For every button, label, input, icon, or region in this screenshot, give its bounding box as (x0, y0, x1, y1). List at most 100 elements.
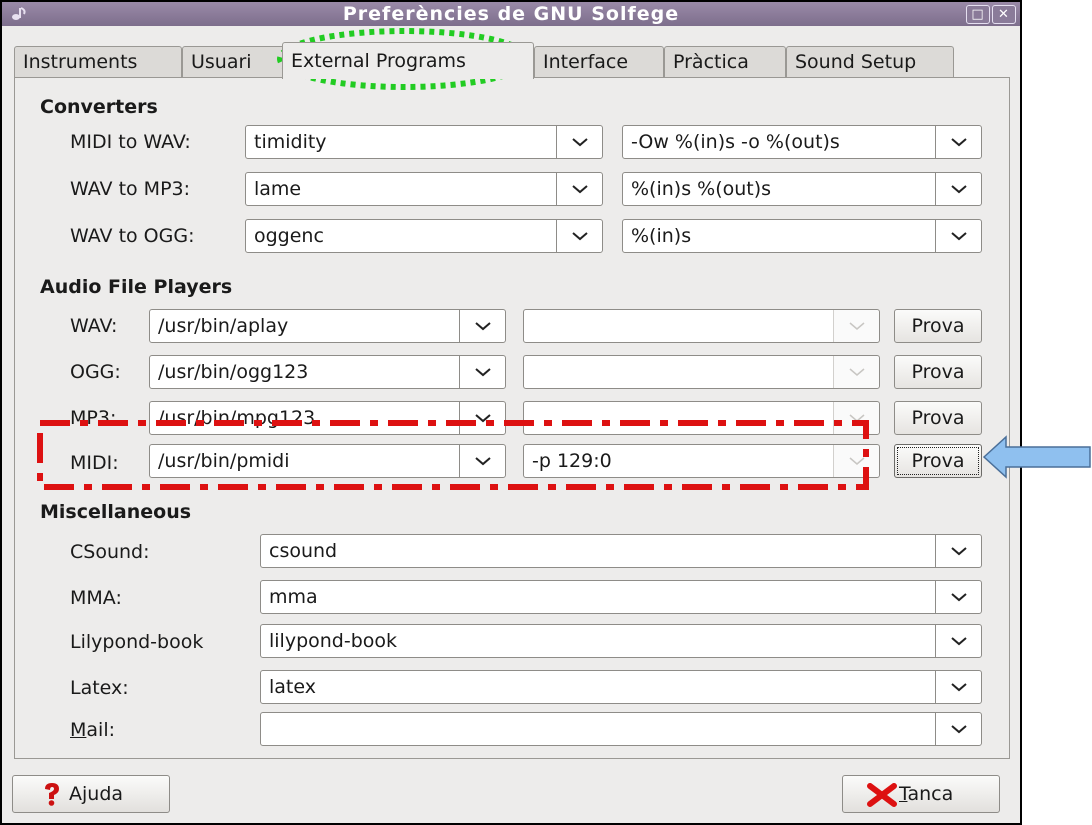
combo-dropdown-button[interactable] (556, 126, 602, 158)
chevron-down-icon (572, 185, 588, 194)
wav-test-button[interactable]: Prova (894, 309, 982, 343)
combo-dropdown-button[interactable] (833, 356, 879, 388)
help-button[interactable]: Ajuda (12, 775, 170, 813)
combo-dropdown-button[interactable] (935, 671, 981, 703)
ogg-player-args-combo[interactable] (523, 355, 880, 389)
close-window-button[interactable]: ✕ (992, 5, 1016, 24)
button-label: Prova (911, 407, 965, 429)
csound-combo[interactable]: csound (260, 534, 982, 568)
button-label: Prova (911, 315, 965, 337)
audio-players-title: Audio File Players (40, 276, 233, 298)
combo-dropdown-button[interactable] (556, 173, 602, 205)
tab-practica[interactable]: Pràctica (664, 46, 786, 78)
tab-instruments[interactable]: Instruments (14, 46, 182, 78)
help-icon (45, 783, 59, 806)
chevron-down-icon (951, 185, 967, 194)
mp3-test-button[interactable]: Prova (894, 401, 982, 435)
midi-test-button[interactable]: Prova (894, 444, 982, 478)
combo-dropdown-button[interactable] (459, 356, 505, 388)
tab-sound-setup[interactable]: Sound Setup (786, 46, 954, 78)
preferences-window: Preferències de GNU Solfege □ ✕ Instrume… (0, 0, 1022, 825)
combo-value: latex (269, 676, 316, 698)
wav-player-program-combo[interactable]: /usr/bin/aplay (149, 309, 506, 343)
combo-dropdown-button[interactable] (833, 310, 879, 342)
chevron-down-icon (572, 232, 588, 241)
midi-player-args-combo[interactable]: -p 129:0 (523, 444, 880, 478)
title-bar: Preferències de GNU Solfege □ ✕ (2, 2, 1020, 26)
maximize-button[interactable]: □ (966, 5, 990, 24)
csound-label: CSound: (70, 541, 150, 563)
latex-label: Latex: (70, 677, 129, 699)
label-rest: ail: (86, 719, 116, 741)
chevron-down-icon (951, 683, 967, 692)
combo-dropdown-button[interactable] (935, 173, 981, 205)
chevron-down-icon (951, 637, 967, 646)
wav-to-mp3-args-combo[interactable]: %(in)s %(out)s (622, 172, 982, 206)
wav-player-label: WAV: (70, 315, 118, 337)
combo-dropdown-button[interactable] (935, 126, 981, 158)
close-button[interactable]: Tanca (842, 775, 1000, 813)
combo-dropdown-button[interactable] (935, 713, 981, 745)
tab-external-programs[interactable]: External Programs (282, 42, 534, 79)
wav-player-args-combo[interactable] (523, 309, 880, 343)
midi-to-wav-args-combo[interactable]: -Ow %(in)s -o %(out)s (622, 125, 982, 159)
label-part: uda (87, 783, 124, 805)
combo-value: -Ow %(in)s -o %(out)s (631, 131, 840, 153)
combo-value: lame (254, 178, 302, 200)
combo-value: csound (269, 540, 338, 562)
chevron-down-icon (572, 138, 588, 147)
wav-to-mp3-label: WAV to MP3: (70, 178, 191, 200)
mp3-player-program-combo[interactable]: /usr/bin/mpg123 (149, 401, 506, 435)
tab-label: Pràctica (673, 51, 749, 73)
mail-label: Mail: (70, 719, 115, 741)
chevron-down-icon (475, 322, 491, 331)
mma-combo[interactable]: mma (260, 580, 982, 614)
mp3-player-args-combo[interactable] (523, 401, 880, 435)
lilypond-book-combo[interactable]: lilypond-book (260, 624, 982, 658)
combo-dropdown-button[interactable] (459, 402, 505, 434)
chevron-down-icon (849, 322, 865, 330)
wav-to-ogg-program-combo[interactable]: oggenc (245, 219, 603, 253)
mail-combo[interactable] (260, 712, 982, 746)
chevron-down-icon (951, 593, 967, 602)
midi-to-wav-program-combo[interactable]: timidity (245, 125, 603, 159)
combo-value: timidity (254, 131, 327, 153)
chevron-down-icon (849, 414, 865, 422)
close-icon: ✕ (998, 7, 1010, 22)
chevron-down-icon (475, 457, 491, 466)
wav-to-mp3-program-combo[interactable]: lame (245, 172, 603, 206)
mnemonic-letter: M (70, 719, 87, 741)
combo-value: /usr/bin/pmidi (158, 450, 290, 472)
combo-value: lilypond-book (269, 630, 398, 652)
combo-dropdown-button[interactable] (833, 402, 879, 434)
combo-dropdown-button[interactable] (935, 535, 981, 567)
tab-interface[interactable]: Interface (534, 46, 664, 78)
combo-dropdown-button[interactable] (935, 625, 981, 657)
combo-dropdown-button[interactable] (459, 445, 505, 477)
combo-dropdown-button[interactable] (459, 310, 505, 342)
combo-dropdown-button[interactable] (935, 220, 981, 252)
tab-usuari[interactable]: Usuari (182, 46, 286, 78)
ogg-player-label: OGG: (70, 361, 121, 383)
close-label: Tanca (899, 776, 953, 812)
ogg-player-program-combo[interactable]: /usr/bin/ogg123 (149, 355, 506, 389)
combo-dropdown-button[interactable] (556, 220, 602, 252)
tab-label: External Programs (291, 50, 466, 72)
combo-value: -p 129:0 (532, 450, 612, 472)
chevron-down-icon (951, 547, 967, 556)
chevron-down-icon (475, 414, 491, 423)
wav-to-ogg-args-combo[interactable]: %(in)s (622, 219, 982, 253)
chevron-down-icon (849, 457, 865, 465)
tab-label: Instruments (23, 51, 138, 73)
midi-player-program-combo[interactable]: /usr/bin/pmidi (149, 444, 506, 478)
combo-dropdown-button[interactable] (833, 445, 879, 477)
mp3-player-label: MP3: (70, 407, 117, 429)
chevron-down-icon (951, 725, 967, 734)
combo-dropdown-button[interactable] (935, 581, 981, 613)
midi-to-wav-label: MIDI to WAV: (70, 131, 191, 153)
chevron-down-icon (849, 368, 865, 376)
latex-combo[interactable]: latex (260, 670, 982, 704)
miscellaneous-title: Miscellaneous (40, 501, 192, 523)
tab-label: Sound Setup (795, 51, 917, 73)
ogg-test-button[interactable]: Prova (894, 355, 982, 389)
